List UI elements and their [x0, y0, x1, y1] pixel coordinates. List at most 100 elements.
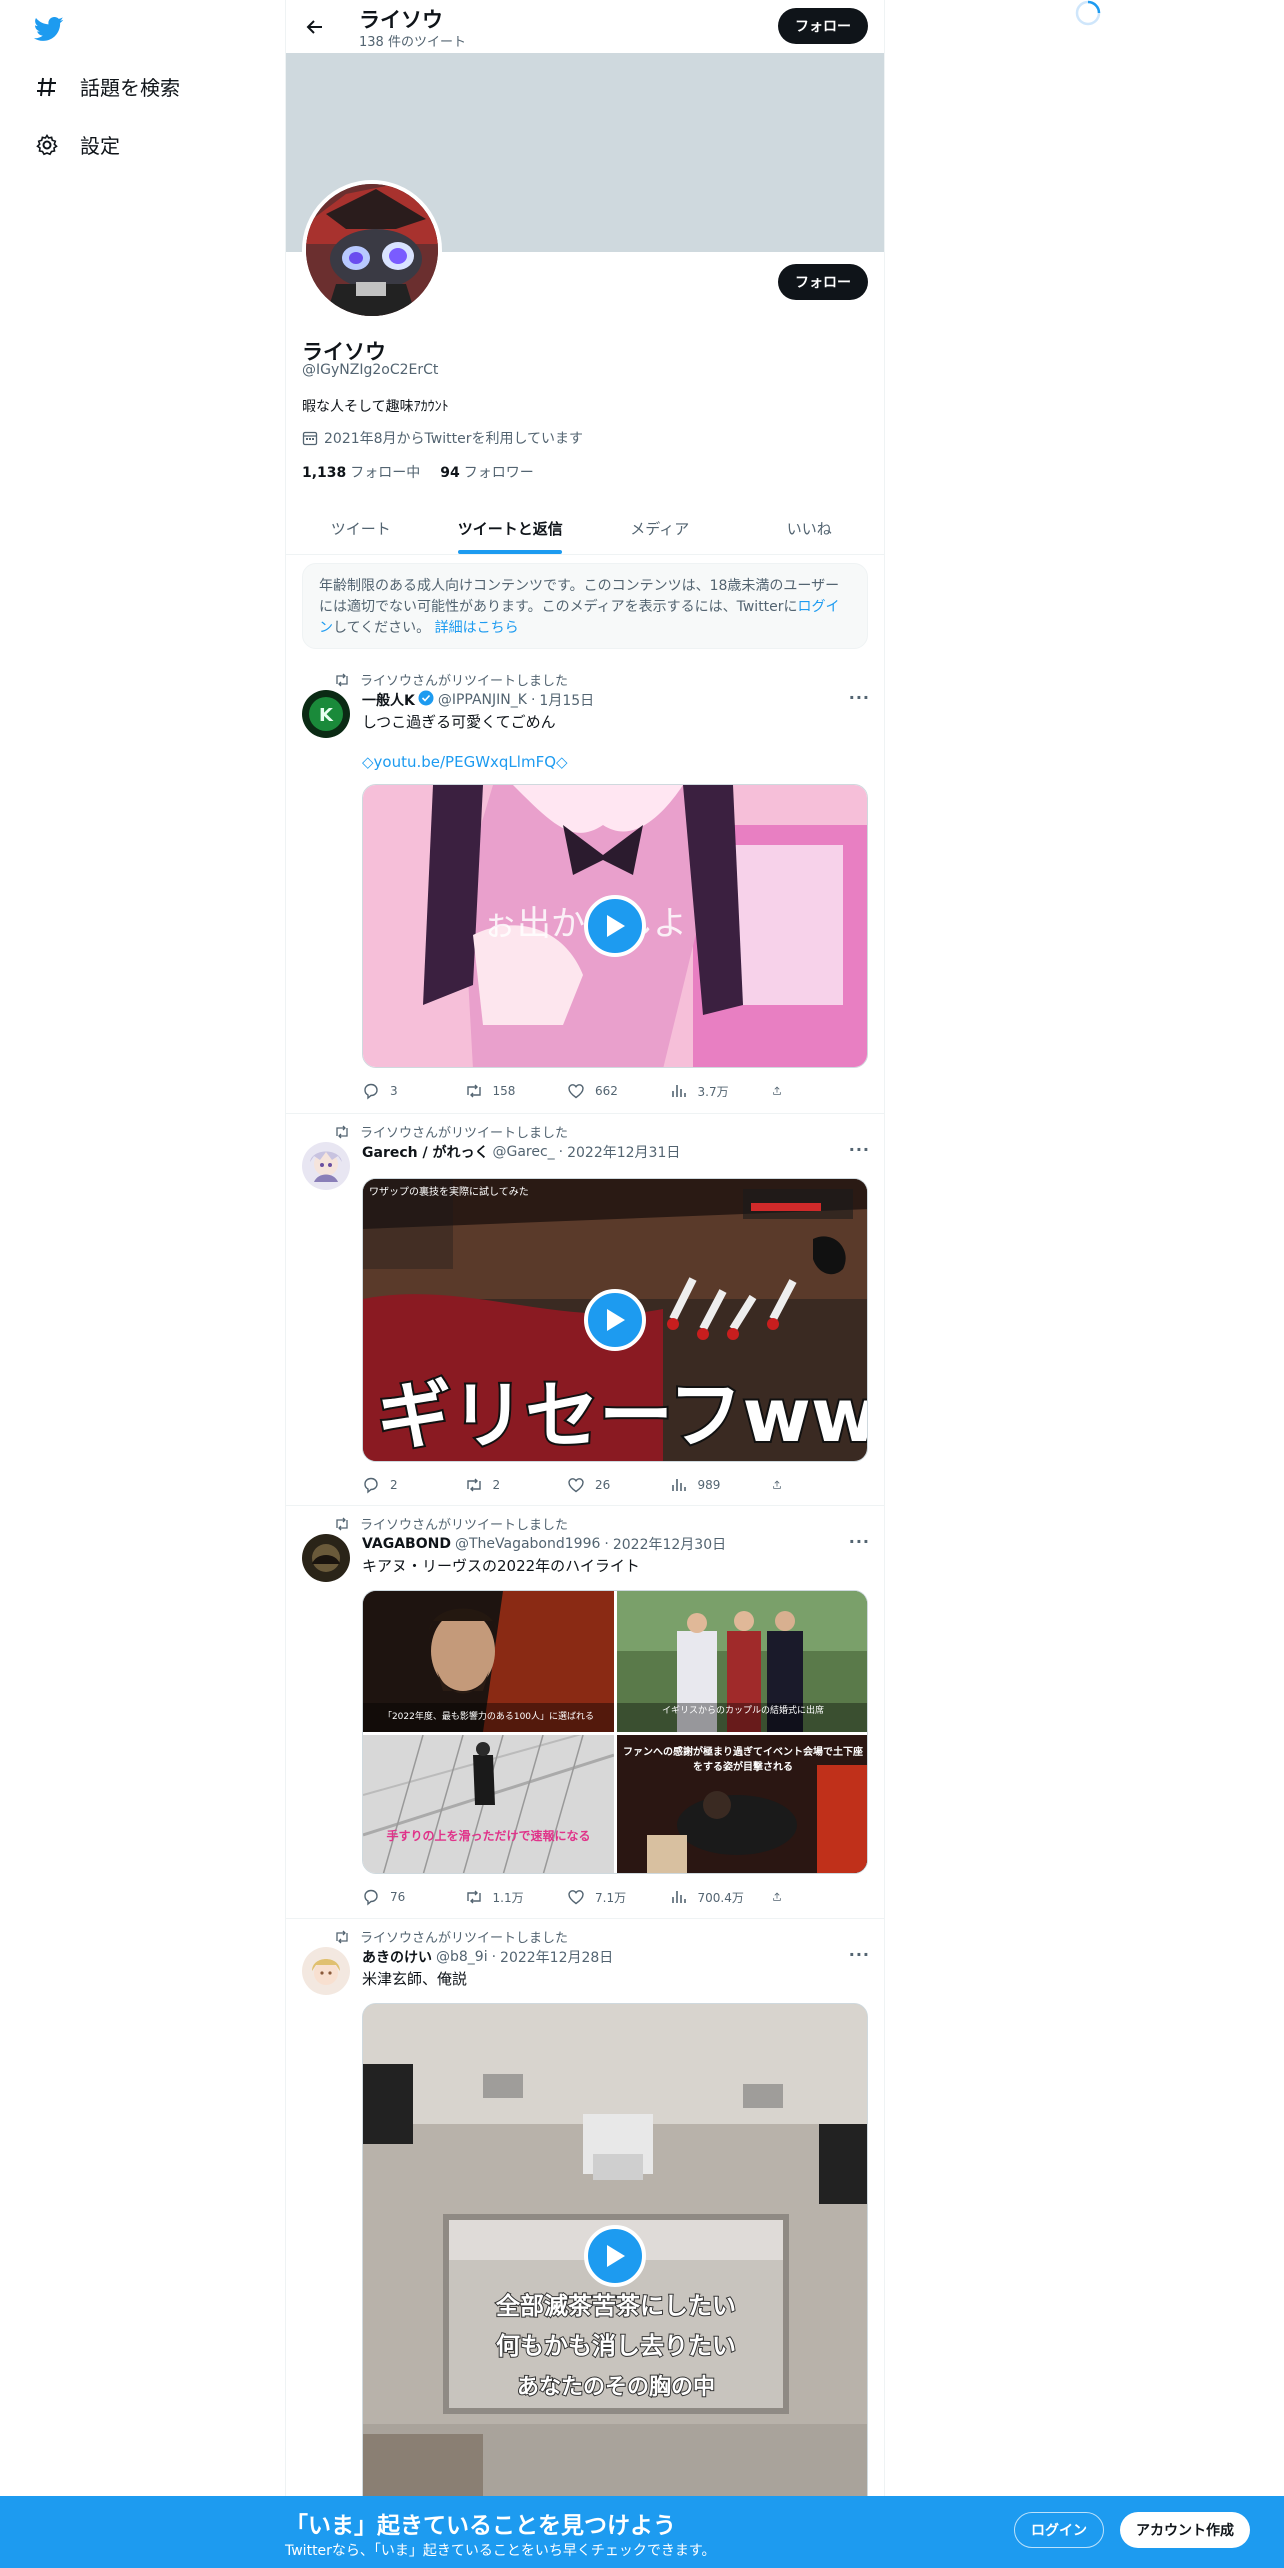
author-name[interactable]: Garech / がれっく: [362, 1142, 488, 1162]
reply-button[interactable]: 3: [362, 1082, 452, 1100]
avatar[interactable]: [302, 1947, 350, 1995]
views-button[interactable]: 3.7万: [670, 1082, 760, 1100]
more-options-icon[interactable]: ···: [849, 1140, 870, 1159]
retweet-context: ライソウさんがリツイートしました: [334, 1927, 568, 1946]
retweet-button[interactable]: 2: [465, 1476, 555, 1494]
profile-joined: 2021年8月からTwitterを利用しています: [302, 428, 583, 448]
left-sidebar: 話題を検索 設定: [0, 0, 285, 2568]
like-button[interactable]: 26: [567, 1476, 657, 1494]
tweet-date[interactable]: 2022年12月31日: [567, 1142, 680, 1162]
tweet-actions: 2 2 26 989: [362, 1476, 792, 1494]
tweet-date[interactable]: 1月15日: [539, 690, 594, 710]
author-handle[interactable]: @IPPANJIN_K: [438, 692, 527, 708]
share-icon[interactable]: [772, 1888, 792, 1906]
profile-avatar[interactable]: [302, 180, 442, 320]
photo-caption: 手すりの上を滑っただけで速報になる: [386, 1829, 591, 1843]
tweet-text: キアヌ・リーヴスの2022年のハイライト: [362, 1557, 640, 1575]
tweet-link[interactable]: ◇youtu.be/PEGWxqLlmFQ◇: [362, 752, 568, 772]
author-name[interactable]: 一般人K: [362, 690, 415, 710]
grid-photo[interactable]: 「2022年度、最も影響力のある100人」に選ばれる: [363, 1591, 614, 1732]
share-icon[interactable]: [772, 1476, 792, 1494]
retweet-context: ライソウさんがリツイートしました: [334, 1122, 568, 1141]
tweet-header: あきのけい @b8_9i · 2022年12月28日: [362, 1947, 614, 1967]
retweet-button[interactable]: 1.1万: [465, 1888, 555, 1906]
tweet-video[interactable]: 全部滅茶苦茶にしたい 何もかも消し去りたい あなたのその胸の中: [362, 2003, 868, 2523]
tweet-date[interactable]: 2022年12月30日: [613, 1534, 726, 1554]
twitter-bird-icon[interactable]: [33, 14, 65, 44]
calendar-icon: [302, 430, 318, 446]
avatar[interactable]: K: [302, 690, 350, 738]
tweet-photo-grid: 「2022年度、最も影響力のある100人」に選ばれる イギリスからのカップルの結…: [362, 1590, 868, 1874]
tweet-header: 一般人K @IPPANJIN_K · 1月15日: [362, 690, 595, 710]
tweet-date[interactable]: 2022年12月28日: [500, 1947, 613, 1967]
tweet-video[interactable]: ぉ出かけしよ: [362, 784, 868, 1068]
header-name: ライソウ: [359, 8, 443, 32]
tweet-item[interactable]: ライソウさんがリツイートしました Garech / がれっく @Garec_ ·…: [286, 1114, 884, 1506]
following-link[interactable]: 1,138 フォロー中: [302, 462, 420, 482]
retweet-icon: [334, 1929, 350, 1945]
profile-follow-button[interactable]: フォロー: [778, 264, 868, 300]
retweet-button[interactable]: 158: [465, 1082, 555, 1100]
sidebar-item-label: 設定: [80, 134, 120, 158]
photo-caption: ファンへの感謝が極まり過ぎてイベント会場で土下座をする姿が目撃される: [623, 1747, 863, 1773]
author-handle[interactable]: @Garec_: [492, 1144, 554, 1160]
tweet-text: 米津玄師、俺説: [362, 1970, 468, 1988]
share-icon[interactable]: [772, 1082, 792, 1100]
signup-banner: 「いま」起きていることを見つけよう Twitterなら、「いま」起きていることを…: [0, 2496, 1284, 2568]
followers-link[interactable]: 94 フォロワー: [440, 462, 533, 482]
retweet-context: ライソウさんがリツイートしました: [334, 1514, 568, 1533]
login-button[interactable]: ログイン: [1014, 2512, 1104, 2548]
signup-button[interactable]: アカウント作成: [1120, 2512, 1250, 2548]
svg-text:何もかも消し去りたい: 何もかも消し去りたい: [496, 2331, 736, 2360]
details-link[interactable]: 詳細はこちら: [435, 620, 519, 636]
play-button-icon[interactable]: [584, 1289, 646, 1351]
back-arrow-icon[interactable]: [300, 12, 330, 42]
like-button[interactable]: 662: [567, 1082, 657, 1100]
main-column: ライソウ 138 件のツイート フォロー フォロー ライソウ @IGyNZIg2…: [285, 0, 885, 2568]
reply-button[interactable]: 76: [362, 1888, 452, 1906]
grid-photo[interactable]: イギリスからのカップルの結婚式に出席: [617, 1591, 867, 1732]
sensitive-content-notice: 年齢制限のある成人向けコンテンツです。このコンテンツは、18歳未満のユーザーには…: [302, 563, 868, 649]
tweet-item[interactable]: ライソウさんがリツイートしました あきのけい @b8_9i · 2022年12月…: [286, 1919, 884, 2568]
profile-bio: 暇な人そして趣味ｱｶｳﾝﾄ: [302, 399, 449, 415]
more-options-icon[interactable]: ···: [849, 1532, 870, 1551]
tab-tweets-and-replies[interactable]: ツイートと返信: [436, 502, 586, 554]
tab-media[interactable]: メディア: [585, 502, 735, 554]
tweet-item[interactable]: ライソウさんがリツイートしました VAGABOND @TheVagabond19…: [286, 1506, 884, 1919]
avatar[interactable]: [302, 1142, 350, 1190]
svg-text:ギリセーフwww: ギリセーフwww: [377, 1373, 868, 1459]
tab-tweets[interactable]: ツイート: [286, 502, 436, 554]
tab-likes[interactable]: いいね: [735, 502, 885, 554]
grid-photo[interactable]: 手すりの上を滑っただけで速報になる: [363, 1735, 614, 1873]
profile-handle: @IGyNZIg2oC2ErCt: [302, 362, 439, 378]
tweet-item[interactable]: ライソウさんがリツイートしました K 一般人K @IPPANJIN_K · 1月…: [286, 662, 884, 1114]
tweet-video[interactable]: ワザップの裏技を実際に試してみた ギリセーフwww: [362, 1178, 868, 1462]
svg-text:全部滅茶苦茶にしたい: 全部滅茶苦茶にしたい: [495, 2291, 736, 2320]
avatar[interactable]: [302, 1534, 350, 1582]
more-options-icon[interactable]: ···: [849, 1945, 870, 1964]
more-options-icon[interactable]: ···: [849, 688, 870, 707]
loading-spinner-icon: [1074, 0, 1102, 26]
photo-caption: イギリスからのカップルの結婚式に出席: [661, 1706, 824, 1716]
joined-text: 2021年8月からTwitterを利用しています: [324, 431, 584, 447]
views-button[interactable]: 989: [670, 1476, 760, 1494]
hashtag-icon: [34, 74, 60, 100]
views-button[interactable]: 700.4万: [670, 1888, 760, 1906]
like-button[interactable]: 7.1万: [567, 1888, 657, 1906]
author-name[interactable]: VAGABOND: [362, 1536, 451, 1552]
gear-icon: [34, 132, 60, 158]
author-name[interactable]: あきのけい: [362, 1947, 432, 1967]
svg-text:ワザップの裏技を実際に試してみた: ワザップの裏技を実際に試してみた: [369, 1185, 529, 1198]
grid-photo[interactable]: ファンへの感謝が極まり過ぎてイベント会場で土下座をする姿が目撃される: [617, 1735, 867, 1873]
sidebar-item-settings[interactable]: 設定: [34, 130, 120, 159]
author-handle[interactable]: @b8_9i: [436, 1949, 488, 1965]
sidebar-item-label: 話題を検索: [80, 76, 180, 100]
play-button-icon[interactable]: [584, 895, 646, 957]
author-handle[interactable]: @TheVagabond1996: [455, 1536, 600, 1552]
sidebar-item-explore[interactable]: 話題を検索: [34, 72, 180, 101]
play-button-icon[interactable]: [584, 2225, 646, 2287]
tweet-actions: 76 1.1万 7.1万 700.4万: [362, 1888, 792, 1906]
reply-button[interactable]: 2: [362, 1476, 452, 1494]
header-follow-button[interactable]: フォロー: [778, 8, 868, 44]
photo-caption: 「2022年度、最も影響力のある100人」に選ばれる: [382, 1712, 595, 1722]
